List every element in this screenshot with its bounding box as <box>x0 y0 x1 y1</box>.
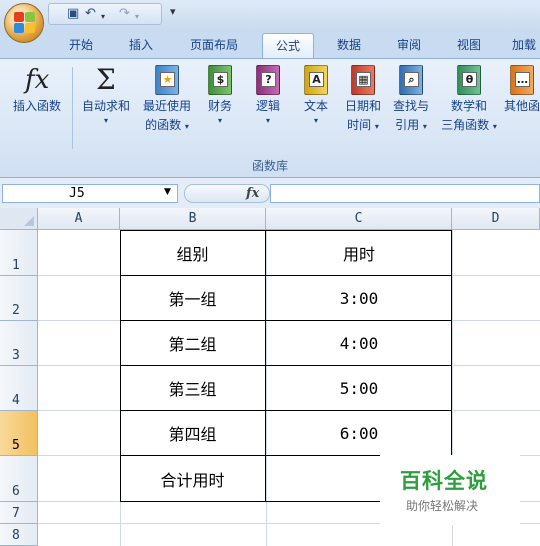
date-time-button[interactable]: ▦ 日期和 时间 ▾ <box>340 63 386 136</box>
name-box[interactable]: J5 <box>2 184 178 203</box>
math-book-icon: θ <box>453 63 485 97</box>
insert-function-icon[interactable]: fx <box>246 186 259 201</box>
row-header-1[interactable]: 1 <box>0 230 38 276</box>
ribbon-formulas: fx 插入函数 Σ 自动求和 ▾ ★ 最近使用 的函数 ▾ $ 财务 ▾ ? 逻… <box>0 58 540 178</box>
chevron-down-icon: ▾ <box>217 116 222 125</box>
chevron-down-icon: ▾ <box>422 122 427 131</box>
watermark-subtitle: 助你轻松解决 <box>406 499 479 513</box>
tab-formulas[interactable]: 公式 <box>262 33 314 58</box>
column-header-c[interactable]: C <box>266 208 452 230</box>
text-button[interactable]: A 文本 ▾ <box>296 63 336 125</box>
undo-icon[interactable]: ↶ <box>85 6 96 22</box>
tab-insert[interactable]: 插入 <box>116 33 166 58</box>
function-icon: fx <box>25 65 50 95</box>
cell-c3[interactable]: 4:00 <box>266 321 452 365</box>
chevron-down-icon: ▾ <box>103 116 108 125</box>
text-book-icon: A <box>300 63 332 97</box>
tab-view[interactable]: 视图 <box>444 33 494 58</box>
watermark-title: 百科全说 <box>400 469 488 493</box>
column-header-b[interactable]: B <box>120 208 266 230</box>
redo-icon[interactable]: ↷ <box>119 6 130 22</box>
function-library-group-label: 函数库 <box>251 159 288 173</box>
star-book-icon: ★ <box>151 63 183 97</box>
tab-data[interactable]: 数据 <box>324 33 374 58</box>
autosum-button[interactable]: Σ 自动求和 ▾ <box>76 63 136 125</box>
save-icon[interactable]: ▣ <box>67 6 79 22</box>
row-header-3[interactable]: 3 <box>0 321 38 366</box>
row-header-6[interactable]: 6 <box>0 456 38 502</box>
formula-input[interactable] <box>270 184 540 203</box>
cell-c4[interactable]: 5:00 <box>266 366 452 410</box>
office-logo-icon <box>14 12 36 34</box>
tab-addins[interactable]: 加载 <box>504 33 540 58</box>
cell-b6[interactable]: 合计用时 <box>120 456 265 501</box>
chevron-down-icon: ▾ <box>374 122 379 131</box>
cell-c2[interactable]: 3:00 <box>266 276 452 320</box>
sigma-icon: Σ <box>96 63 116 96</box>
row-header-2[interactable]: 2 <box>0 276 38 321</box>
row-header-5[interactable]: 5 <box>0 411 38 456</box>
math-trig-button[interactable]: θ 数学和 三角函数 ▾ <box>436 63 502 136</box>
tab-page-layout[interactable]: 页面布局 <box>178 33 250 58</box>
logical-button[interactable]: ? 逻辑 ▾ <box>248 63 288 125</box>
cell-b2[interactable]: 第一组 <box>120 276 265 320</box>
lookup-book-icon: ⌕ <box>395 63 427 97</box>
cell-b1[interactable]: 组别 <box>120 230 265 275</box>
lookup-reference-button[interactable]: ⌕ 查找与 引用 ▾ <box>388 63 434 136</box>
formula-bar: J5 ▼ fx <box>0 178 540 208</box>
logical-book-icon: ? <box>252 63 284 97</box>
cell-c5[interactable]: 6:00 <box>266 411 452 455</box>
cell-b3[interactable]: 第二组 <box>120 321 265 365</box>
tab-review[interactable]: 审阅 <box>384 33 434 58</box>
name-box-dropdown-icon[interactable]: ▼ <box>164 187 171 197</box>
title-bar: ▣ ↶ ▾ ↷ ▾ ▾ <box>0 0 540 30</box>
cell-c1[interactable]: 用时 <box>266 230 452 275</box>
financial-button[interactable]: $ 财务 ▾ <box>200 63 240 125</box>
tab-home[interactable]: 开始 <box>56 33 106 58</box>
chevron-down-icon: ▾ <box>313 116 318 125</box>
row-header-8[interactable]: 8 <box>0 524 38 546</box>
column-header-d[interactable]: D <box>452 208 540 230</box>
office-button[interactable] <box>4 3 44 43</box>
redo-dropdown-icon[interactable]: ▾ <box>135 9 139 25</box>
cell-b5[interactable]: 第四组 <box>120 411 265 455</box>
customize-qat-icon[interactable]: ▾ <box>170 5 176 18</box>
quick-access-toolbar: ▣ ↶ ▾ ↷ ▾ <box>48 3 162 25</box>
row-header-7[interactable]: 7 <box>0 502 38 524</box>
financial-book-icon: $ <box>204 63 236 97</box>
chevron-down-icon: ▾ <box>492 122 497 131</box>
select-all-button[interactable] <box>0 208 38 230</box>
more-functions-book-icon: … <box>506 63 538 97</box>
column-header-a[interactable]: A <box>38 208 120 230</box>
ribbon-tab-bar: 开始 插入 页面布局 公式 数据 审阅 视图 加载 <box>0 30 540 58</box>
ribbon-separator <box>72 67 73 149</box>
recently-used-button[interactable]: ★ 最近使用 的函数 ▾ <box>138 63 196 136</box>
row-header-4[interactable]: 4 <box>0 366 38 411</box>
chevron-down-icon: ▾ <box>184 122 189 131</box>
more-functions-button[interactable]: … 其他函 <box>504 63 540 116</box>
watermark-logo: 百科全说 助你轻松解决 <box>380 455 520 525</box>
calendar-book-icon: ▦ <box>347 63 379 97</box>
undo-dropdown-icon[interactable]: ▾ <box>101 9 105 25</box>
insert-function-button[interactable]: fx 插入函数 <box>4 63 70 116</box>
cell-b4[interactable]: 第三组 <box>120 366 265 410</box>
chevron-down-icon: ▾ <box>265 116 270 125</box>
